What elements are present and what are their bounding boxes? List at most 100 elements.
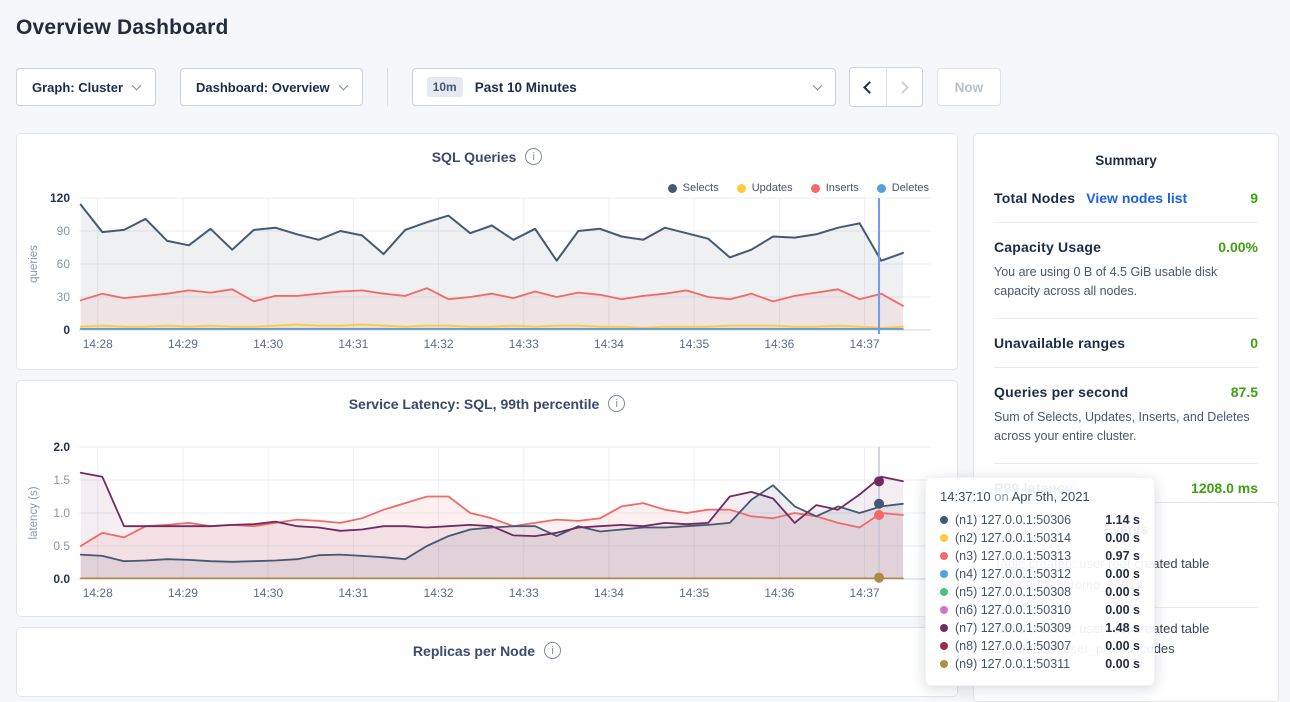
- node-latency-value: 0.00 s: [1105, 657, 1140, 671]
- node-color-dot: [940, 642, 948, 650]
- svg-text:latency (s): latency (s): [28, 486, 40, 539]
- node-latency-value: 0.00 s: [1105, 585, 1140, 599]
- tooltip-node-row: (n5) 127.0.0.1:50308 0.00 s: [940, 583, 1140, 601]
- view-nodes-list-link[interactable]: View nodes list: [1086, 190, 1187, 206]
- svg-text:14:35: 14:35: [679, 337, 709, 351]
- tooltip-timestamp: 14:37:10 on Apr 5th, 2021: [940, 489, 1140, 504]
- sql-queries-chart[interactable]: 14:2814:2914:3014:3114:3214:3314:3414:35…: [17, 172, 959, 372]
- svg-text:60: 60: [57, 257, 71, 271]
- svg-text:14:36: 14:36: [764, 586, 794, 600]
- svg-text:14:34: 14:34: [594, 337, 624, 351]
- svg-text:1.5: 1.5: [53, 473, 70, 487]
- replicas-per-node-panel: Replicas per Node i: [16, 627, 958, 697]
- time-next-button[interactable]: [886, 68, 922, 106]
- svg-text:14:35: 14:35: [679, 586, 709, 600]
- svg-text:0: 0: [63, 323, 70, 337]
- node-address: (n3) 127.0.0.1:50313: [955, 549, 1071, 563]
- sql-queries-panel: SQL Queries i SelectsUpdatesInsertsDelet…: [16, 133, 958, 370]
- dashboard-dropdown[interactable]: Dashboard: Overview: [180, 68, 363, 106]
- node-color-dot: [940, 660, 948, 668]
- tooltip-rows: (n1) 127.0.0.1:50306 1.14 s (n2) 127.0.0.1…: [940, 511, 1140, 673]
- tooltip-node-row: (n1) 127.0.0.1:50306 1.14 s: [940, 511, 1140, 529]
- node-latency-value: 0.00 s: [1105, 639, 1140, 653]
- time-range-selector[interactable]: 10m Past 10 Minutes: [412, 68, 836, 106]
- svg-text:30: 30: [57, 290, 71, 304]
- svg-text:14:33: 14:33: [509, 586, 539, 600]
- tooltip-on: on: [994, 489, 1008, 504]
- node-color-dot: [940, 516, 948, 524]
- node-color-dot: [940, 570, 948, 578]
- node-latency-value: 1.14 s: [1105, 513, 1140, 527]
- svg-text:14:34: 14:34: [594, 586, 624, 600]
- svg-text:14:37: 14:37: [850, 337, 880, 351]
- tooltip-node-row: (n3) 127.0.0.1:50313 0.97 s: [940, 547, 1140, 565]
- summary-label: Total Nodes: [994, 190, 1075, 206]
- summary-row-capacity-usage: Capacity Usage 0.00% You are using 0 B o…: [994, 222, 1258, 318]
- tooltip-node-row: (n9) 127.0.0.1:50311 0.00 s: [940, 655, 1140, 673]
- chevron-down-icon: [132, 80, 142, 90]
- node-latency-value: 0.00 s: [1105, 531, 1140, 545]
- tooltip-node-row: (n7) 127.0.0.1:503091.48 s: [940, 619, 1140, 637]
- summary-value: 9: [1250, 190, 1258, 206]
- node-color-dot: [940, 534, 948, 542]
- summary-row-total-nodes: Total Nodes View nodes list 9: [994, 174, 1258, 222]
- svg-text:14:33: 14:33: [509, 337, 539, 351]
- node-address: (n2) 127.0.0.1:50314: [955, 531, 1071, 545]
- tooltip-node-row: (n6) 127.0.0.1:503100.00 s: [940, 601, 1140, 619]
- svg-text:14:29: 14:29: [168, 337, 198, 351]
- svg-text:14:36: 14:36: [764, 337, 794, 351]
- node-address: (n6) 127.0.0.1:50310: [955, 603, 1071, 617]
- chevron-down-icon: [812, 80, 822, 90]
- sql-queries-header: SQL Queries i: [17, 134, 957, 165]
- summary-value: 0: [1250, 335, 1258, 351]
- node-address: (n4) 127.0.0.1:50312: [955, 567, 1071, 581]
- info-icon[interactable]: i: [525, 148, 542, 165]
- node-address: (n9) 127.0.0.1:50311: [955, 657, 1070, 671]
- svg-text:queries: queries: [28, 245, 40, 283]
- replicas-header: Replicas per Node i: [17, 628, 957, 659]
- tooltip-node-row: (n8) 127.0.0.1:50307 0.00 s: [940, 637, 1140, 655]
- svg-text:0.5: 0.5: [53, 539, 70, 553]
- chart-title: Service Latency: SQL, 99th percentile: [349, 396, 600, 412]
- service-latency-header: Service Latency: SQL, 99th percentile i: [17, 381, 957, 412]
- time-prev-button[interactable]: [850, 68, 886, 106]
- graph-dropdown[interactable]: Graph: Cluster: [16, 68, 156, 106]
- summary-row-queries-per-second: Queries per second 87.5 Sum of Selects, …: [994, 367, 1258, 463]
- node-color-dot: [940, 588, 948, 596]
- dashboard-dropdown-label: Dashboard: Overview: [196, 80, 330, 95]
- info-icon[interactable]: i: [544, 642, 561, 659]
- summary-description: Sum of Selects, Updates, Inserts, and De…: [994, 408, 1258, 447]
- summary-panel: Summary Total Nodes View nodes list 9 Ca…: [973, 133, 1279, 513]
- now-button[interactable]: Now: [937, 68, 1002, 106]
- summary-label: Capacity Usage: [994, 239, 1101, 255]
- info-icon[interactable]: i: [608, 395, 625, 412]
- summary-value: 0.00%: [1218, 239, 1258, 255]
- svg-text:90: 90: [57, 224, 71, 238]
- svg-text:14:30: 14:30: [253, 586, 283, 600]
- node-address: (n5) 127.0.0.1:50308: [955, 585, 1071, 599]
- time-step-buttons: [849, 67, 923, 107]
- svg-text:14:28: 14:28: [83, 586, 113, 600]
- summary-description: You are using 0 B of 4.5 GiB usable disk…: [994, 263, 1258, 302]
- node-latency-value: 0.97 s: [1105, 549, 1140, 563]
- chevron-down-icon: [338, 80, 348, 90]
- chart-tooltip: 14:37:10 on Apr 5th, 2021 (n1) 127.0.0.1…: [925, 477, 1155, 686]
- svg-text:14:32: 14:32: [424, 337, 454, 351]
- graph-dropdown-label: Graph: Cluster: [32, 80, 123, 95]
- svg-text:1.0: 1.0: [53, 506, 70, 520]
- svg-text:14:31: 14:31: [338, 337, 368, 351]
- svg-text:14:32: 14:32: [424, 586, 454, 600]
- node-address: (n1) 127.0.0.1:50306: [955, 513, 1071, 527]
- service-latency-chart[interactable]: 14:2814:2914:3014:3114:3214:3314:3414:35…: [17, 421, 959, 621]
- node-address: (n7) 127.0.0.1:50309: [955, 621, 1071, 635]
- tooltip-time: 14:37:10: [940, 489, 991, 504]
- tooltip-node-row: (n4) 127.0.0.1:503120.00 s: [940, 565, 1140, 583]
- svg-text:120: 120: [50, 191, 70, 205]
- summary-label: Unavailable ranges: [994, 335, 1125, 351]
- chevron-right-icon: [896, 81, 909, 94]
- node-address: (n8) 127.0.0.1:50307: [955, 639, 1071, 653]
- toolbar: Graph: Cluster Dashboard: Overview 10m P…: [16, 68, 1001, 106]
- svg-text:14:29: 14:29: [168, 586, 198, 600]
- node-color-dot: [940, 606, 948, 614]
- chart-title: Replicas per Node: [413, 643, 535, 659]
